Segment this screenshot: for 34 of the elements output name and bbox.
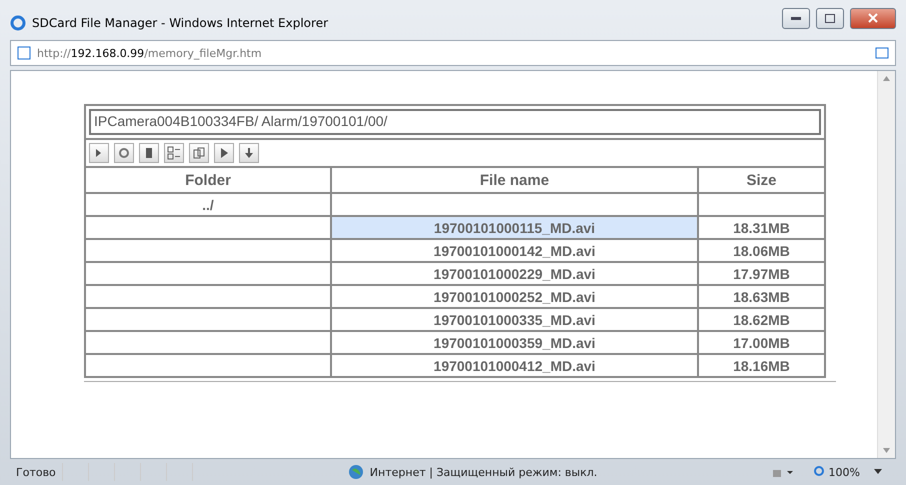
table-cell[interactable]: ../	[86, 194, 332, 217]
play-button[interactable]	[214, 143, 234, 163]
table-cell[interactable]: 19700101000142_MD.avi	[332, 240, 699, 263]
download-icon	[242, 146, 256, 160]
download-button[interactable]	[239, 143, 259, 163]
table-cell[interactable]: 19700101000252_MD.avi	[332, 286, 699, 309]
window-title: SDCard File Manager - Windows Internet Explorer	[32, 16, 330, 30]
table-cell[interactable]	[332, 194, 699, 217]
copy-button[interactable]	[189, 143, 209, 163]
minimize-icon	[791, 16, 801, 20]
status-text: Готово	[15, 466, 57, 478]
address-field[interactable]: http://192.168.0.99/memory_fileMgr.htm	[10, 40, 896, 66]
globe-icon	[348, 464, 364, 480]
maximize-icon	[825, 14, 835, 22]
trash-button[interactable]	[139, 143, 159, 163]
minimize-button[interactable]	[782, 8, 810, 28]
column-header: Folder	[86, 168, 332, 194]
table-cell[interactable]: 19700101000359_MD.avi	[332, 332, 699, 355]
table-cell[interactable]: 19700101000335_MD.avi	[332, 309, 699, 332]
table-cell[interactable]: 19700101000115_MD.avi	[332, 217, 699, 240]
maximize-button[interactable]	[816, 8, 844, 28]
table-cell[interactable]: 19700101000229_MD.avi	[332, 263, 699, 286]
close-icon	[868, 13, 878, 23]
caret-icon[interactable]	[874, 469, 882, 475]
path-field[interactable]: IPCamera004B100334FB/ Alarm/19700101/00/	[89, 109, 821, 135]
copy-icon	[192, 146, 206, 160]
table-cell[interactable]: 19700101000412_MD.avi	[332, 355, 699, 378]
checklist-icon	[167, 146, 181, 160]
browser-logo-icon	[10, 15, 26, 31]
security-zone-text: Интернет | Защищенный режим: выкл.	[368, 466, 598, 478]
column-header: File name	[332, 168, 699, 194]
checklist-button[interactable]	[164, 143, 184, 163]
close-button[interactable]	[850, 8, 896, 28]
zoom-level[interactable]: 100%	[826, 466, 874, 478]
